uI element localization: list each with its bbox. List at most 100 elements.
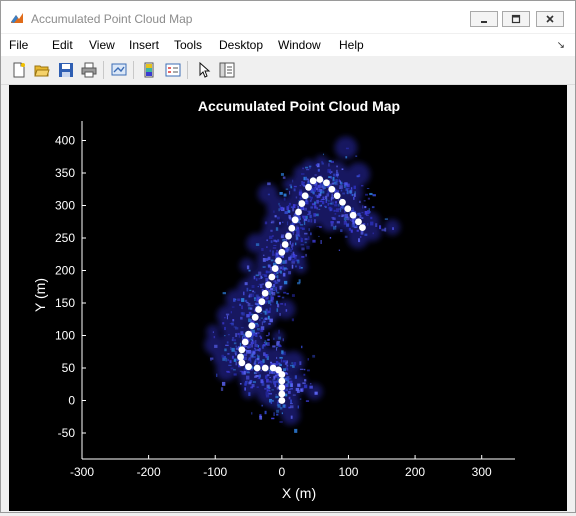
cloud-point: [276, 340, 280, 343]
cloud-point: [280, 303, 284, 305]
dock-figure-icon[interactable]: ↘: [557, 40, 565, 51]
cloud-point: [338, 203, 340, 207]
cloud-point: [255, 358, 257, 362]
cloud-point: [239, 342, 242, 347]
cloud-point: [230, 346, 232, 351]
trajectory-point: [271, 265, 279, 272]
cloud-point: [280, 173, 284, 176]
cloud-point: [322, 190, 325, 194]
cloud-point: [275, 272, 277, 274]
cloud-point: [273, 210, 275, 213]
insert-legend-icon: [165, 63, 181, 77]
x-tick-label: 0: [279, 465, 286, 479]
maximize-button[interactable]: [502, 11, 530, 27]
print-button[interactable]: [79, 60, 99, 80]
cloud-point: [303, 373, 306, 376]
menu-help[interactable]: Help: [339, 38, 364, 52]
cloud-point: [327, 168, 331, 173]
new-figure-button[interactable]: [9, 60, 29, 80]
cloud-point: [284, 211, 288, 214]
cloud-point: [276, 409, 279, 413]
cloud-point: [253, 371, 256, 374]
cloud-point: [348, 227, 352, 231]
minimize-button[interactable]: [470, 11, 498, 27]
cloud-point: [358, 200, 361, 203]
y-tick-label: 0: [68, 394, 75, 408]
cloud-point: [273, 337, 275, 340]
link-plot-button[interactable]: [109, 60, 129, 80]
cloud-point: [253, 356, 256, 358]
cloud-point: [278, 336, 282, 340]
cloud-point: [310, 232, 312, 236]
cloud-point: [212, 331, 214, 333]
trajectory-point: [255, 306, 262, 313]
cloud-point: [267, 310, 271, 314]
cloud-point: [285, 188, 289, 190]
close-button[interactable]: [536, 11, 564, 27]
cloud-point: [343, 184, 346, 188]
cloud-point: [265, 354, 268, 358]
cloud-point: [306, 369, 310, 372]
save-button[interactable]: [56, 60, 76, 80]
menu-window[interactable]: Window: [278, 38, 321, 52]
cloud-point: [331, 182, 335, 185]
cloud-point: [300, 240, 303, 242]
menu-edit[interactable]: Edit: [52, 38, 73, 52]
cloud-point: [344, 235, 348, 238]
trajectory-point: [248, 322, 256, 330]
insert-legend-button[interactable]: [163, 60, 183, 80]
cloud-point: [232, 337, 235, 339]
cloud-point: [248, 381, 252, 385]
cloud-point: [223, 316, 226, 319]
cloud-point: [299, 361, 302, 366]
cloud-point: [221, 354, 225, 358]
cloud-point: [276, 279, 281, 282]
cloud-point: [325, 200, 328, 203]
trajectory-point: [339, 198, 346, 206]
menu-view[interactable]: View: [89, 38, 115, 52]
y-tick-label: 300: [55, 199, 75, 213]
cloud-point: [264, 340, 267, 343]
cloud-point: [255, 302, 259, 304]
cloud-point: [235, 345, 237, 348]
pointer-icon: [199, 62, 211, 78]
cloud-point: [235, 361, 238, 366]
title-bar[interactable]: Accumulated Point Cloud Map: [1, 1, 575, 33]
cloud-point: [297, 405, 300, 409]
cloud-point: [306, 168, 310, 171]
menu-desktop[interactable]: Desktop: [219, 38, 263, 52]
cloud-point: [254, 343, 257, 347]
pointer-button[interactable]: [194, 60, 214, 80]
cloud-point: [291, 247, 294, 250]
cloud-point: [230, 311, 232, 314]
cloud-point: [287, 247, 290, 249]
cloud-point: [355, 226, 358, 228]
cloud-point: [249, 350, 253, 354]
cloud-point: [268, 323, 271, 325]
cloud-point: [353, 224, 355, 228]
menu-tools[interactable]: Tools: [174, 38, 202, 52]
cloud-point: [291, 244, 293, 248]
cloud-point: [248, 269, 251, 272]
cloud-point: [277, 239, 280, 242]
cloud-point: [337, 190, 339, 193]
cloud-point: [231, 338, 234, 342]
open-file-button[interactable]: [32, 60, 52, 80]
cloud-point: [286, 373, 289, 375]
cloud-point: [232, 319, 235, 322]
cloud-point: [231, 322, 234, 326]
cloud-point: [340, 229, 343, 232]
cloud-point: [273, 382, 277, 386]
cloud-point: [252, 340, 255, 344]
point-cloud-plot[interactable]: Accumulated Point Cloud Map -300 -200 -100…: [9, 85, 567, 511]
cloud-point: [256, 386, 259, 388]
cloud-point: [289, 241, 291, 245]
cloud-point: [341, 215, 343, 218]
menu-insert[interactable]: Insert: [129, 38, 159, 52]
cloud-point: [282, 176, 286, 179]
cloud-point: [227, 359, 229, 361]
plot-tools-button[interactable]: [217, 60, 237, 80]
insert-colorbar-button[interactable]: [139, 60, 159, 80]
cloud-point: [275, 380, 278, 383]
menu-file[interactable]: File: [9, 38, 28, 52]
